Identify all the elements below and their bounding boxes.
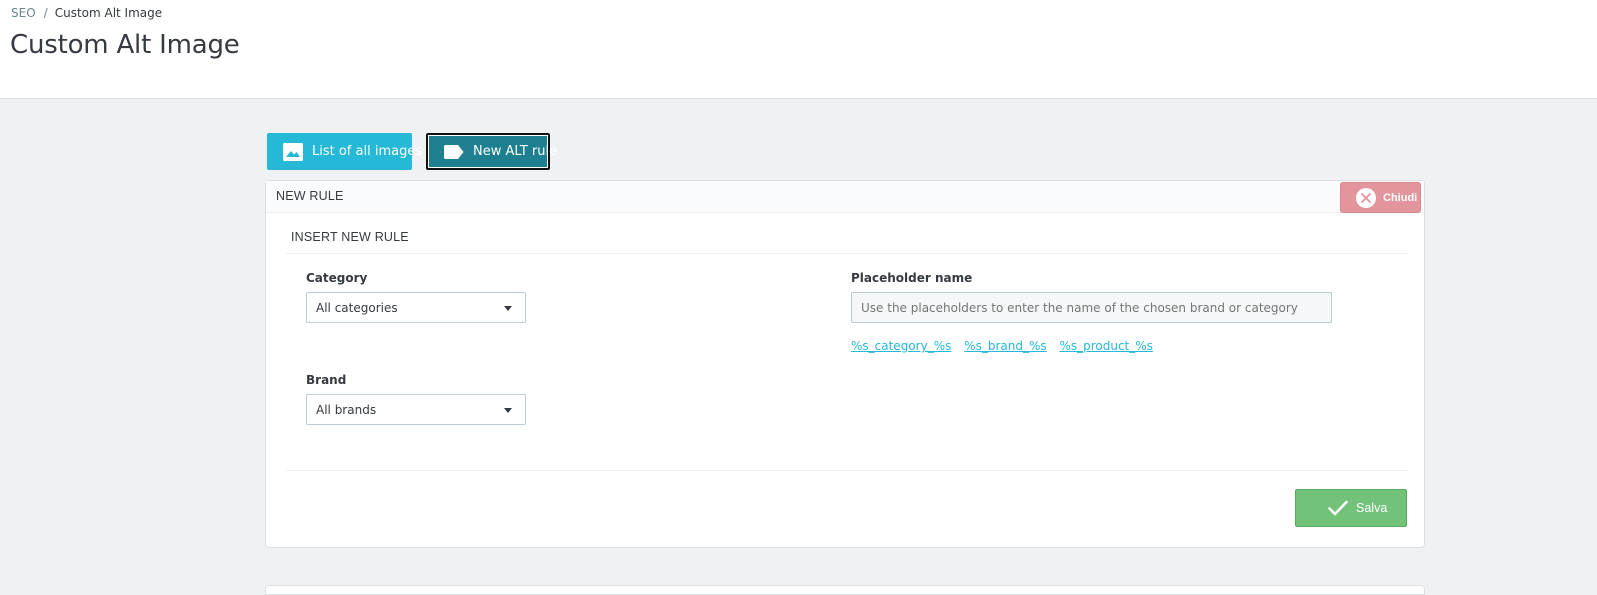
check-icon <box>1328 500 1348 516</box>
category-label: Category <box>306 271 368 285</box>
category-select[interactable]: All categories <box>306 292 526 323</box>
new-alt-rule-label: New ALT rule <box>473 144 558 159</box>
page-title: Custom Alt Image <box>10 30 240 60</box>
placeholder-name-input[interactable] <box>851 292 1332 323</box>
save-label: Salva <box>1356 501 1388 515</box>
save-button[interactable]: Salva <box>1295 489 1407 527</box>
list-all-images-button[interactable]: List of all images <box>267 133 422 170</box>
next-panel-edge <box>265 585 1425 595</box>
breadcrumb-item-seo[interactable]: SEO <box>11 6 36 20</box>
token-brand-link[interactable]: %s_brand_%s <box>964 339 1046 353</box>
footer-divider <box>286 470 1409 471</box>
close-label: Chiudi <box>1383 191 1418 204</box>
breadcrumb-separator: / <box>43 6 48 20</box>
chevron-down-icon <box>504 408 512 413</box>
breadcrumb-current: Custom Alt Image <box>54 6 163 20</box>
image-icon <box>283 142 303 161</box>
brand-select-value: All brands <box>316 402 377 417</box>
list-all-images-label: List of all images <box>312 144 423 159</box>
brand-label: Brand <box>306 373 347 387</box>
placeholder-name-label: Placeholder name <box>851 271 973 285</box>
close-button[interactable]: Chiudi <box>1340 182 1421 213</box>
placeholder-token-links: %s_category_%s %s_brand_%s %s_product_%s <box>851 339 1162 353</box>
category-select-value: All categories <box>316 300 398 315</box>
page-header: SEO / Custom Alt Image Custom Alt Image <box>0 0 1597 99</box>
token-product-link[interactable]: %s_product_%s <box>1059 339 1152 353</box>
label-tag-icon <box>444 144 464 159</box>
chevron-down-icon <box>504 306 512 311</box>
section-divider <box>286 253 1409 254</box>
new-rule-panel: NEW RULE Chiudi INSERT NEW RULE Category… <box>265 180 1425 548</box>
token-category-link[interactable]: %s_category_%s <box>851 339 951 353</box>
new-alt-rule-button[interactable]: New ALT rule <box>426 133 557 170</box>
section-title: INSERT NEW RULE <box>291 230 409 244</box>
breadcrumb: SEO / Custom Alt Image <box>11 6 162 20</box>
panel-heading: NEW RULE Chiudi <box>266 181 1424 213</box>
panel-title: NEW RULE <box>276 189 344 203</box>
brand-select[interactable]: All brands <box>306 394 526 425</box>
close-icon <box>1356 187 1376 208</box>
